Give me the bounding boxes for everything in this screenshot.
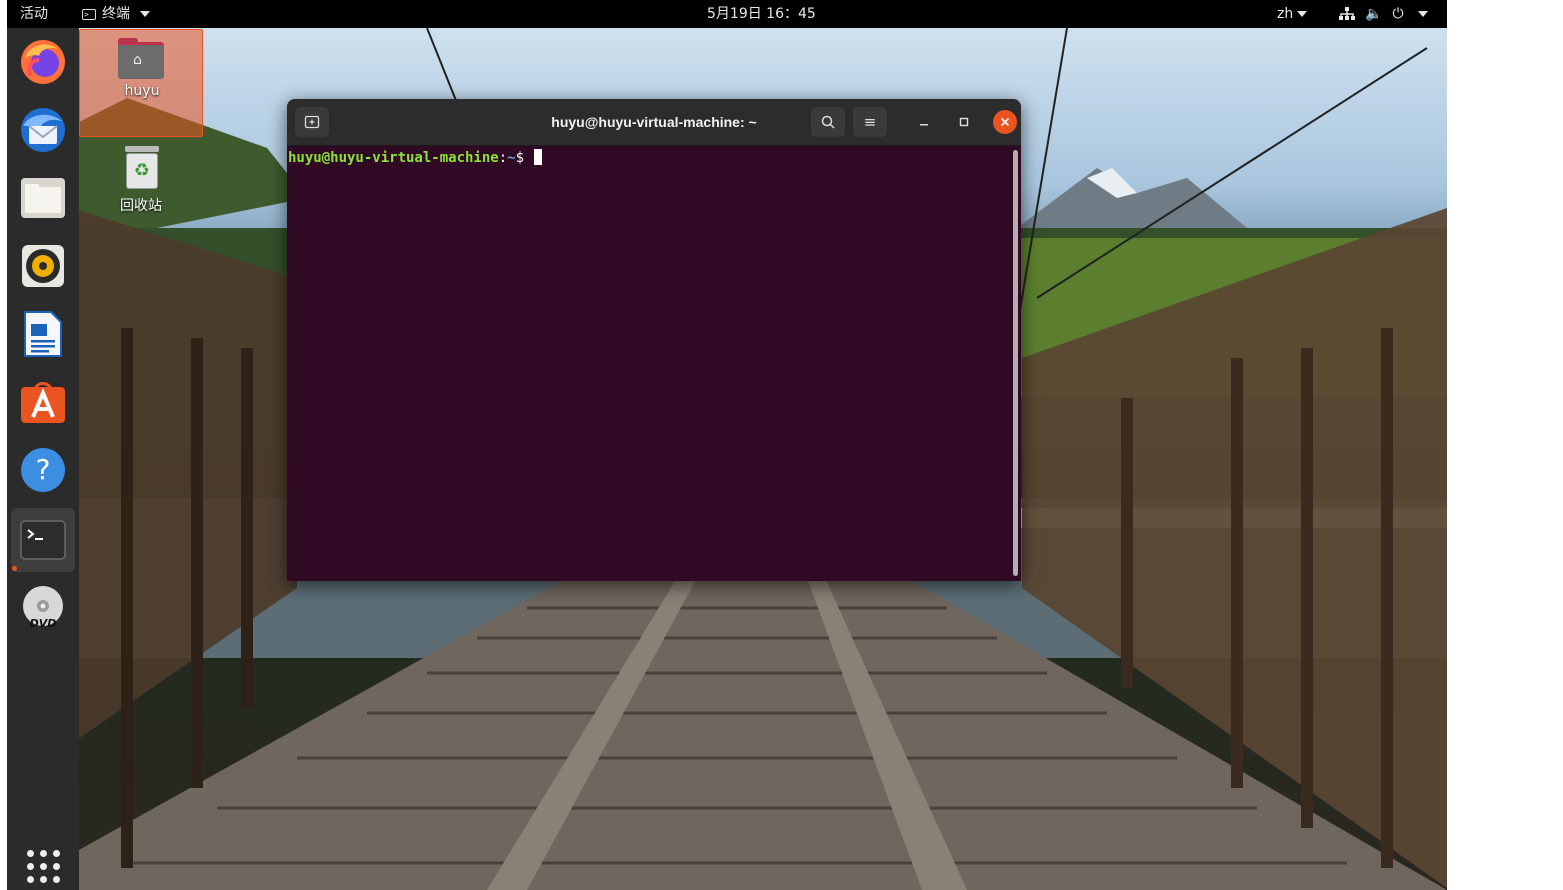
app-menu[interactable]: > 终端 [82,0,150,28]
software-icon [21,382,65,423]
chevron-down-icon [140,11,150,17]
terminal-launcher[interactable] [11,508,75,572]
terminal-window[interactable]: huyu@huyu-virtual-machine: ~ ≡ huyu@huyu… [287,99,1021,581]
new-tab-icon [304,115,320,129]
show-applications-button[interactable] [27,850,61,884]
rhythmbox-launcher[interactable] [11,234,75,298]
top-bar: 活动 > 终端 5月19日 16：45 zh 🔈 ⏻ [7,0,1447,28]
system-menu[interactable]: 🔈 ⏻ [1339,0,1428,28]
svg-text:DVD: DVD [30,617,57,630]
trash-label[interactable]: 回收站 [79,195,203,215]
text-cursor [534,149,543,165]
chevron-down-icon [1297,11,1308,17]
thunderbird-icon [21,108,65,152]
minimize-button[interactable] [912,110,936,134]
clock[interactable]: 5月19日 16：45 [707,0,816,28]
terminal-icon [20,520,66,560]
terminal-mini-icon: > [82,8,96,20]
desktop-screen: 活动 > 终端 5月19日 16：45 zh 🔈 ⏻ ? DVD ⌂ huyu … [7,0,1447,890]
input-method-menu[interactable]: zh [1277,0,1308,28]
writer-launcher[interactable] [11,302,75,366]
close-icon [1000,117,1010,127]
prompt-path: ~ [507,150,516,166]
chevron-down-icon [1417,11,1428,17]
power-icon: ⏻ [1392,6,1404,22]
prompt-user-host: huyu@huyu-virtual-machine [288,150,499,166]
files-icon [21,178,65,218]
prompt-separator: : [498,150,508,166]
thunderbird-launcher[interactable] [11,98,75,162]
new-tab-button[interactable] [295,107,329,137]
terminal-output[interactable]: huyu@huyu-virtual-machine:~$ [287,146,1021,581]
dock: ? DVD [7,28,79,890]
window-title: huyu@huyu-virtual-machine: ~ [551,114,757,130]
running-indicator [12,566,17,571]
close-button[interactable] [993,110,1017,134]
search-button[interactable] [811,107,845,137]
dvd-launcher[interactable]: DVD [11,576,75,640]
files-launcher[interactable] [11,166,75,230]
terminal-scrollbar[interactable] [1013,150,1018,576]
software-launcher[interactable] [11,370,75,434]
home-folder-icon: ⌂ [118,38,164,80]
svg-text:?: ? [36,453,51,486]
firefox-launcher[interactable] [11,30,75,94]
home-folder-label: huyu [124,83,160,99]
terminal-headerbar[interactable]: huyu@huyu-virtual-machine: ~ ≡ [287,99,1021,146]
firefox-icon [21,40,65,84]
hamburger-icon: ≡ [863,113,877,131]
trash-icon[interactable]: ♻ [123,146,161,190]
volume-icon: 🔈 [1365,6,1383,22]
help-launcher[interactable]: ? [11,438,75,502]
prompt-symbol: $ [515,150,533,166]
maximize-icon [959,117,969,127]
desktop-home-folder[interactable]: ⌂ huyu [79,29,203,137]
help-icon: ? [21,448,65,492]
writer-icon [24,311,62,357]
menu-button[interactable]: ≡ [853,107,887,137]
search-icon [821,115,835,129]
maximize-button[interactable] [952,110,976,134]
app-menu-label: 终端 [102,6,130,22]
minimize-icon [920,124,928,126]
activities-button[interactable]: 活动 [20,0,48,28]
lang-label: zh [1277,6,1294,22]
network-icon [1339,7,1355,20]
dvd-icon: DVD [23,586,63,630]
rhythmbox-icon [22,245,64,287]
